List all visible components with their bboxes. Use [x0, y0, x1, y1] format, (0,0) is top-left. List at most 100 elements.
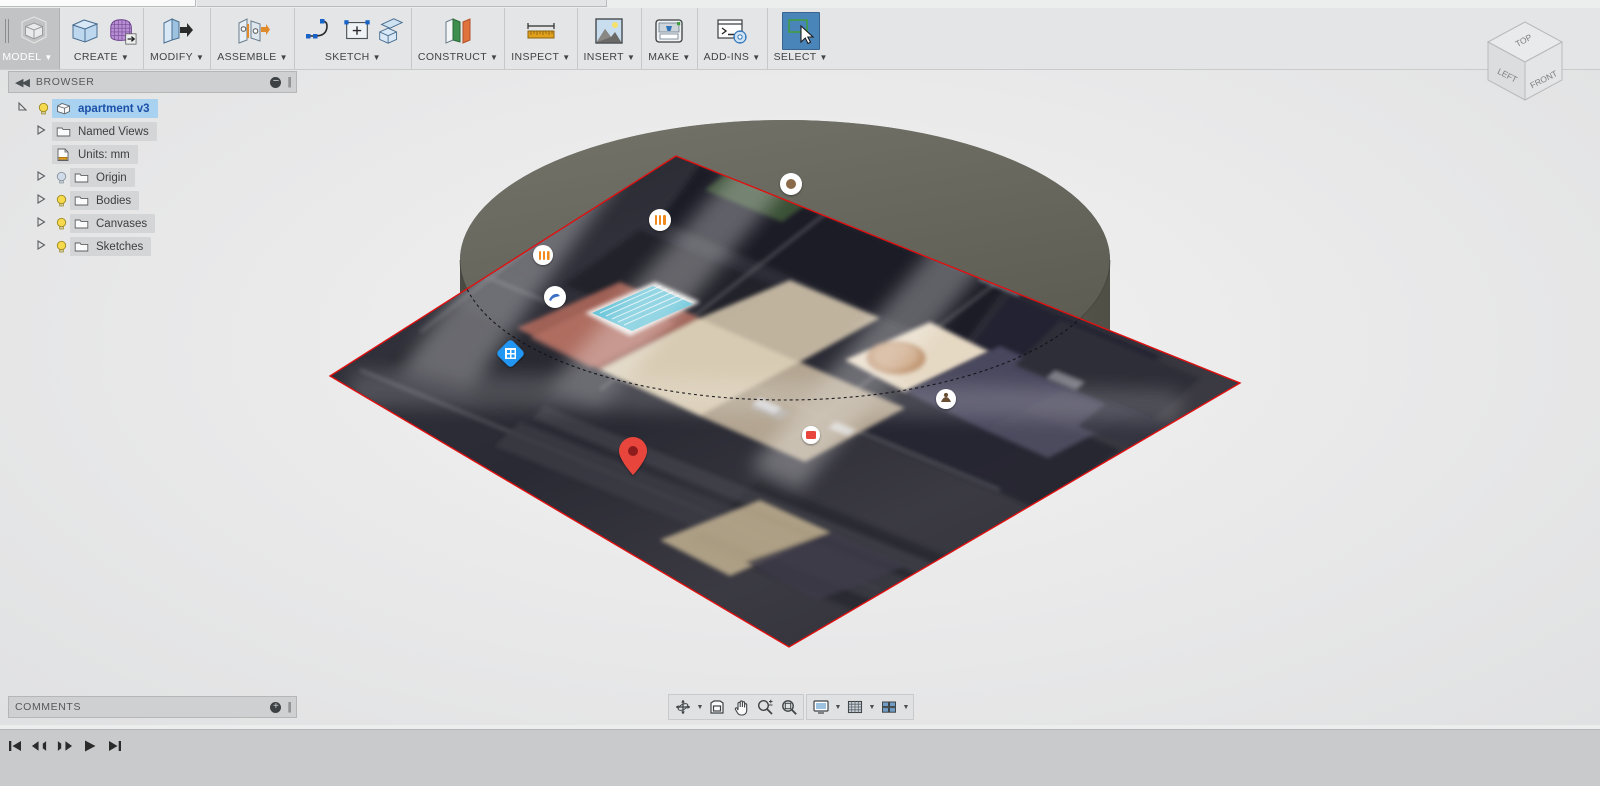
tree-item-origin[interactable]: Origin: [70, 168, 135, 187]
twisty-collapsed-icon[interactable]: [30, 171, 52, 184]
tree-row-apartment[interactable]: apartment v3: [8, 97, 297, 120]
create-mesh-icon[interactable]: [107, 12, 137, 50]
fit-icon[interactable]: [778, 696, 800, 718]
panel-resize-grip[interactable]: |||: [287, 76, 291, 88]
construct-plane-icon[interactable]: [439, 12, 477, 50]
sketch-plane-icon[interactable]: [375, 12, 405, 50]
navigation-bar: ▼: [668, 694, 804, 720]
skip-to-end-icon[interactable]: [106, 736, 123, 756]
orbit-icon[interactable]: [672, 696, 694, 718]
chevron-down-icon[interactable]: ▼: [752, 54, 760, 62]
step-back-icon[interactable]: [31, 736, 48, 756]
tree-item-canvases[interactable]: Canvases: [70, 214, 156, 233]
look-at-icon[interactable]: [706, 696, 728, 718]
visibility-bulb-icon[interactable]: [52, 238, 70, 255]
chevron-down-icon[interactable]: ▼: [44, 54, 52, 62]
chevron-down-icon[interactable]: ▼: [682, 54, 690, 62]
tree-row-origin[interactable]: Origin: [8, 166, 297, 189]
chevron-down-icon[interactable]: ▼: [373, 54, 381, 62]
play-icon[interactable]: [81, 736, 98, 756]
tree-item-sketches[interactable]: Sketches: [70, 237, 152, 256]
pan-hand-icon[interactable]: [730, 696, 752, 718]
toolbar-group-select[interactable]: SELECT ▼: [768, 8, 834, 69]
comments-panel-header: COMMENTS + |||: [8, 696, 297, 718]
visibility-bulb-icon[interactable]: [52, 192, 70, 209]
inspect-measure-icon[interactable]: [522, 12, 560, 50]
browser-title: BROWSER: [35, 76, 95, 88]
tree-item-label: Sketches: [96, 240, 144, 253]
tree-item-named-views[interactable]: Named Views: [52, 122, 157, 141]
toolbar-group-create-label: CREATE ▼: [73, 51, 130, 63]
plus-circle-icon[interactable]: +: [270, 701, 282, 713]
display-settings-icon[interactable]: [810, 696, 832, 718]
chevron-down-icon[interactable]: ▼: [121, 54, 129, 62]
toolbar-gripper[interactable]: [2, 12, 12, 50]
viewports-icon[interactable]: [878, 696, 900, 718]
main-toolbar: MODEL ▼ CREATE ▼ MODIFY ▼ ASSEMBLE ▼ SKE…: [0, 8, 1600, 70]
twisty-expanded-icon[interactable]: [12, 101, 34, 115]
visibility-bulb-icon[interactable]: [34, 100, 52, 117]
toolbar-group-sketch-label: SKETCH ▼: [324, 51, 381, 63]
chevron-down-icon[interactable]: ▼: [562, 54, 570, 62]
toolbar-group-modify[interactable]: MODIFY ▼: [144, 8, 212, 69]
select-window-icon[interactable]: [781, 12, 820, 50]
chevron-down-icon[interactable]: ▼: [868, 704, 876, 711]
minus-circle-icon[interactable]: −: [270, 75, 282, 88]
twisty-collapsed-icon[interactable]: [30, 217, 52, 230]
toolbar-group-make[interactable]: MAKE ▼: [642, 8, 698, 69]
insert-image-icon[interactable]: [590, 12, 628, 50]
toolbar-group-model[interactable]: MODEL ▼: [0, 8, 60, 69]
step-forward-icon[interactable]: [56, 736, 73, 756]
sketch-spline-icon[interactable]: [301, 12, 339, 50]
toolbar-group-insert[interactable]: INSERT ▼: [578, 8, 643, 69]
sketch-rectangle-icon[interactable]: [342, 12, 372, 50]
addins-script-icon[interactable]: [713, 12, 751, 50]
tab-inactive[interactable]: [197, 0, 607, 7]
tree-row-bodies[interactable]: Bodies: [8, 189, 297, 212]
toolbar-group-modify-label: MODIFY ▼: [150, 51, 205, 63]
chevron-down-icon[interactable]: ▼: [902, 704, 910, 711]
tree-item-units[interactable]: Units: mm: [52, 145, 138, 164]
toolbar-group-select-label: SELECT ▼: [773, 51, 828, 63]
twisty-collapsed-icon[interactable]: [30, 125, 52, 138]
model-cube-icon[interactable]: [15, 12, 53, 50]
zoom-icon[interactable]: [754, 696, 776, 718]
chevron-down-icon[interactable]: ▼: [196, 54, 204, 62]
restaurant-poi-marker: [533, 245, 553, 265]
create-box-icon[interactable]: [66, 12, 104, 50]
visibility-bulb-off-icon[interactable]: [52, 169, 70, 186]
toolbar-group-sketch[interactable]: SKETCH ▼: [295, 8, 412, 69]
tab-active[interactable]: [0, 0, 196, 7]
chevron-down-icon[interactable]: ▼: [490, 54, 498, 62]
chevron-down-icon[interactable]: ▼: [280, 54, 288, 62]
view-cube[interactable]: TOP LEFT FRONT: [1470, 12, 1580, 107]
tree-row-units[interactable]: Units: mm: [8, 143, 297, 166]
twisty-collapsed-icon[interactable]: [30, 194, 52, 207]
assemble-joint-icon[interactable]: [234, 12, 272, 50]
visibility-bulb-icon[interactable]: [52, 215, 70, 232]
toolbar-group-addins[interactable]: ADD-INS ▼: [698, 8, 768, 69]
panel-resize-grip[interactable]: |||: [287, 701, 291, 713]
twisty-collapsed-icon[interactable]: [30, 240, 52, 253]
toolbar-group-assemble[interactable]: ASSEMBLE ▼: [211, 8, 295, 69]
toolbar-group-create[interactable]: CREATE ▼: [60, 8, 144, 69]
browser-tree: apartment v3 Named Views Units: mm Origi…: [8, 97, 297, 258]
tree-row-canvases[interactable]: Canvases: [8, 212, 297, 235]
grid-snaps-icon[interactable]: [844, 696, 866, 718]
tree-row-named-views[interactable]: Named Views: [8, 120, 297, 143]
timeline-bar: [0, 729, 1600, 786]
tree-item-bodies[interactable]: Bodies: [70, 191, 140, 210]
make-3dprint-icon[interactable]: [650, 12, 688, 50]
modify-press-pull-icon[interactable]: [158, 12, 196, 50]
toolbar-group-model-label: MODEL ▼: [2, 51, 53, 63]
chevron-down-icon[interactable]: ▼: [696, 704, 704, 711]
collapse-left-icon[interactable]: ◀◀: [15, 76, 30, 89]
tree-item-apartment[interactable]: apartment v3: [52, 99, 158, 118]
chevron-down-icon[interactable]: ▼: [820, 54, 828, 62]
chevron-down-icon[interactable]: ▼: [627, 54, 635, 62]
skip-to-start-icon[interactable]: [6, 736, 23, 756]
toolbar-group-construct[interactable]: CONSTRUCT ▼: [412, 8, 506, 69]
toolbar-group-inspect[interactable]: INSPECT ▼: [505, 8, 578, 69]
tree-row-sketches[interactable]: Sketches: [8, 235, 297, 258]
chevron-down-icon[interactable]: ▼: [834, 704, 842, 711]
